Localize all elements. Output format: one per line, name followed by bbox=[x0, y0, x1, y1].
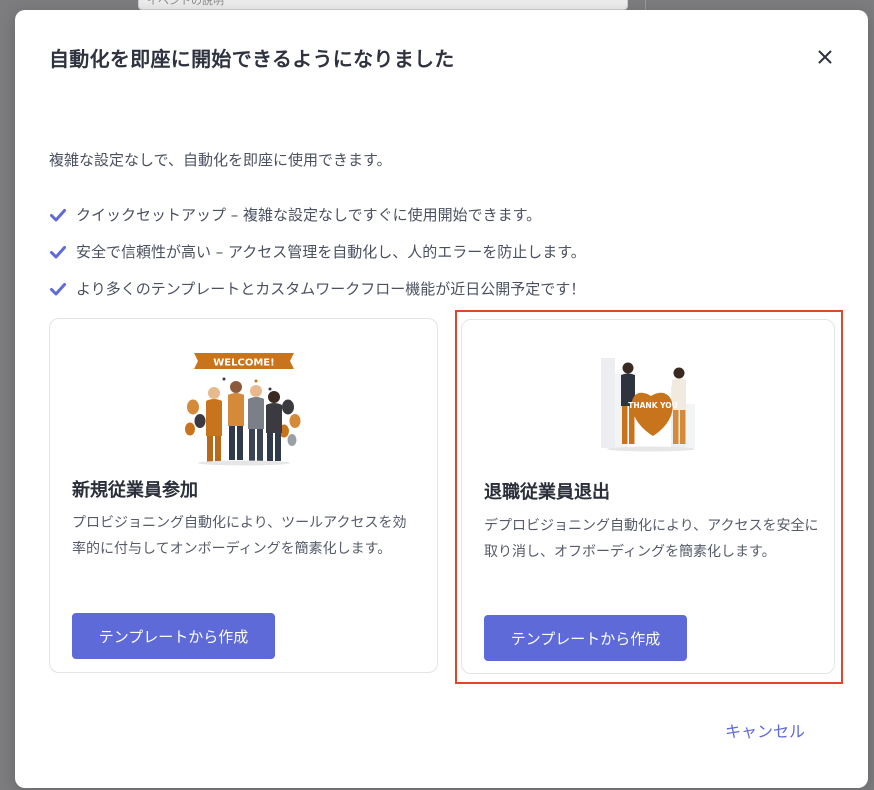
feature-text: クイックセットアップ – 複雑な設定なしですぐに使用開始できます。 bbox=[76, 206, 542, 224]
feature-item: より多くのテンプレートとカスタムワークフロー機能が近日公開予定です！ bbox=[49, 270, 586, 307]
welcome-banner-text: WELCOME! bbox=[213, 358, 274, 369]
feature-item: クイックセットアップ – 複雑な設定なしですぐに使用開始できます。 bbox=[49, 196, 586, 233]
automation-start-modal: 自動化を即座に開始できるようになりました 複雑な設定なしで、自動化を即座に使用で… bbox=[15, 10, 868, 788]
modal-intro-text: 複雑な設定なしで、自動化を即座に使用できます。 bbox=[49, 151, 392, 169]
onboarding-template-card[interactable]: WELCOME! 新規従業員参加 プロビジョニング自動化により、ツールアクセスを… bbox=[49, 318, 438, 673]
feature-text: 安全で信頼性が高い – アクセス管理を自動化し、人的エラーを防止します。 bbox=[76, 243, 586, 261]
create-from-template-button-offboarding[interactable]: テンプレートから作成 bbox=[484, 615, 687, 661]
close-icon bbox=[818, 50, 832, 64]
background-divider bbox=[645, 0, 646, 10]
check-icon bbox=[50, 245, 66, 258]
welcome-illustration: WELCOME! bbox=[185, 353, 301, 466]
check-icon bbox=[50, 282, 66, 295]
card-title: 新規従業員参加 bbox=[72, 480, 198, 501]
card-description: プロビジョニング自動化により、ツールアクセスを効率的に付与してオンボーディングを… bbox=[72, 515, 407, 557]
feature-item: 安全で信頼性が高い – アクセス管理を自動化し、人的エラーを防止します。 bbox=[49, 233, 586, 270]
check-icon bbox=[50, 208, 66, 221]
thank-you-illustration: THANK YOU bbox=[601, 358, 695, 452]
background-description-field: イベントの説明 bbox=[138, 0, 628, 10]
close-button[interactable] bbox=[811, 43, 839, 71]
create-from-template-button-onboarding[interactable]: テンプレートから作成 bbox=[72, 613, 275, 659]
card-title: 退職従業員退出 bbox=[484, 482, 610, 503]
card-description: デプロビジョニング自動化により、アクセスを安全に取り消し、オフボーディングを簡素… bbox=[484, 518, 819, 560]
feature-text: より多くのテンプレートとカスタムワークフロー機能が近日公開予定です！ bbox=[76, 280, 586, 298]
feature-list: クイックセットアップ – 複雑な設定なしですぐに使用開始できます。 安全で信頼性… bbox=[49, 196, 586, 307]
offboarding-template-card[interactable]: THANK YOU 退職従業員退出 デプロビジョニング自動化により、アクセスを安… bbox=[461, 319, 835, 674]
cancel-button[interactable]: キャンセル bbox=[725, 718, 805, 742]
modal-title: 自動化を即座に開始できるようになりました bbox=[49, 47, 455, 71]
heart-text: THANK YOU bbox=[628, 401, 678, 410]
